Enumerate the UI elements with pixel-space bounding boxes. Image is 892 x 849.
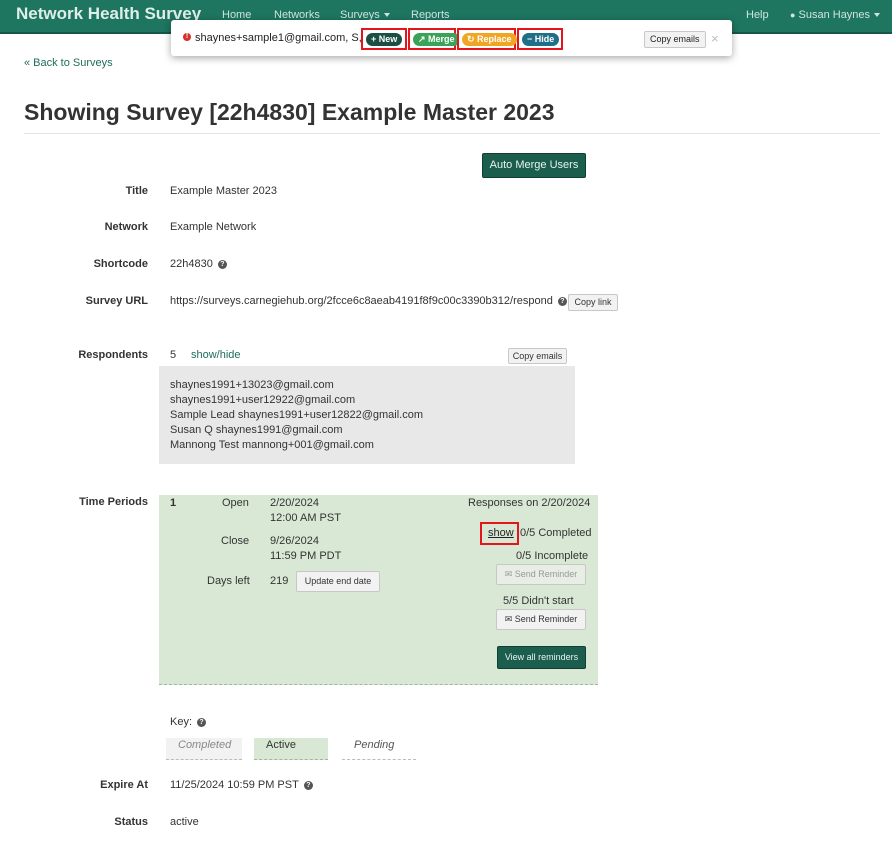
status-value: active	[170, 816, 199, 828]
respondents-label: Respondents	[78, 349, 148, 361]
minus-icon: −	[527, 34, 535, 44]
send-reminder-disabled-button: ✉ Send Reminder	[496, 564, 586, 585]
expire-row: 11/25/2024 10:59 PM PST?	[170, 779, 313, 791]
back-to-surveys-link[interactable]: « Back to Surveys	[24, 57, 113, 69]
send-reminder-button[interactable]: ✉ Send Reminder	[496, 609, 586, 630]
key-active: Active	[254, 738, 328, 760]
refresh-icon: ↻	[467, 34, 478, 44]
network-label: Network	[104, 221, 148, 233]
survey-url-value: https://surveys.carnegiehub.org/2fcce6c8…	[170, 295, 553, 307]
key-completed: Completed	[166, 738, 242, 760]
show-hide-link[interactable]: show/hide	[191, 349, 241, 361]
new-button-highlight: + New	[361, 28, 407, 50]
replace-button[interactable]: ↻ Replace	[462, 33, 517, 46]
close-date: 9/26/2024	[270, 535, 319, 547]
open-label: Open	[222, 497, 249, 509]
time-periods-label: Time Periods	[79, 496, 148, 508]
close-icon[interactable]: ×	[711, 31, 719, 46]
open-time: 12:00 AM PST	[270, 512, 341, 524]
send-reminder-label: Send Reminder	[514, 614, 578, 624]
merge-button-highlight: ↗ Merge	[408, 28, 460, 50]
key-label: Key:	[170, 716, 193, 728]
auto-merge-users-button[interactable]: Auto Merge Users	[482, 153, 586, 178]
question-icon[interactable]: ?	[303, 780, 313, 790]
period-index: 1	[170, 497, 177, 509]
user-menu[interactable]: ● Susan Haynes	[790, 9, 881, 21]
new-button[interactable]: + New	[366, 33, 403, 46]
warning-icon: !	[183, 33, 191, 41]
shortcode-row: 22h4830?	[170, 258, 227, 270]
list-item: Mannong Test mannong+001@gmail.com	[170, 439, 374, 451]
plus-icon: +	[371, 34, 379, 44]
key-row: Key:?	[170, 716, 207, 728]
open-date: 2/20/2024	[270, 497, 319, 509]
view-all-reminders-button[interactable]: View all reminders	[497, 646, 586, 669]
respondents-count: 5	[170, 349, 177, 361]
survey-url-label: Survey URL	[85, 295, 148, 307]
expire-at-value: 11/25/2024 10:59 PM PST	[170, 779, 299, 791]
page-title: Showing Survey [22h4830] Example Master …	[24, 99, 555, 125]
close-label: Close	[221, 535, 250, 547]
survey-url-row: https://surveys.carnegiehub.org/2fcce6c8…	[170, 295, 567, 307]
question-icon[interactable]: ?	[217, 259, 227, 269]
shortcode-label: Shortcode	[93, 258, 148, 270]
caret-down-icon	[874, 13, 881, 18]
caret-down-icon	[383, 13, 390, 18]
show-link-highlight: show	[480, 522, 519, 545]
list-item: shaynes1991+user12922@gmail.com	[170, 394, 356, 406]
duplicate-user-alert: ! shaynes+sample1@gmail.com, S, H + New …	[171, 20, 732, 56]
title-value: Example Master 2023	[170, 185, 277, 197]
show-completed-link[interactable]: show	[488, 527, 514, 539]
divider	[24, 133, 880, 134]
alert-email-text: shaynes+sample1@gmail.com, S, H	[195, 32, 365, 44]
alert-copy-emails-button[interactable]: Copy emails	[644, 31, 706, 48]
key-pending: Pending	[342, 738, 416, 760]
days-left-value: 219	[270, 575, 289, 587]
list-item: shaynes1991+13023@gmail.com	[170, 379, 334, 391]
close-time: 11:59 PM PDT	[270, 550, 342, 562]
merge-label: Merge	[428, 34, 455, 44]
hide-label: Hide	[534, 34, 555, 44]
expire-at-label: Expire At	[100, 779, 148, 791]
new-label: New	[378, 34, 398, 44]
nav-help[interactable]: Help	[746, 9, 769, 21]
incomplete-count: 0/5 Incomplete	[516, 550, 589, 562]
completed-count: 0/5 Completed	[520, 527, 592, 539]
question-icon[interactable]: ?	[557, 296, 567, 306]
user-name: Susan Haynes	[798, 9, 871, 21]
user-icon: ●	[790, 10, 796, 20]
merge-icon: ↗	[418, 34, 429, 44]
copy-emails-button[interactable]: Copy emails	[508, 348, 567, 364]
update-end-date-button[interactable]: Update end date	[296, 571, 380, 592]
status-label: Status	[114, 816, 148, 828]
responses-on: Responses on 2/20/2024	[468, 497, 591, 509]
respondent-email-list: shaynes1991+13023@gmail.com shaynes1991+…	[159, 366, 575, 464]
didnt-start-count: 5/5 Didn't start	[503, 595, 574, 607]
send-reminder-label: Send Reminder	[514, 569, 578, 579]
hide-button-highlight: − Hide	[517, 28, 563, 50]
question-icon[interactable]: ?	[197, 717, 207, 727]
list-item: Susan Q shaynes1991@gmail.com	[170, 424, 343, 436]
envelope-icon: ✉	[504, 614, 515, 624]
list-item: Sample Lead shaynes1991+user12822@gmail.…	[170, 409, 424, 421]
replace-button-highlight: ↻ Replace	[457, 28, 517, 50]
shortcode-value: 22h4830	[170, 258, 213, 270]
merge-button[interactable]: ↗ Merge	[413, 33, 460, 46]
title-label: Title	[125, 185, 148, 197]
hide-button[interactable]: − Hide	[522, 33, 560, 46]
copy-link-button[interactable]: Copy link	[568, 294, 618, 311]
days-left-label: Days left	[207, 575, 250, 587]
network-value: Example Network	[170, 221, 257, 233]
replace-label: Replace	[477, 34, 512, 44]
envelope-icon: ✉	[504, 569, 515, 579]
